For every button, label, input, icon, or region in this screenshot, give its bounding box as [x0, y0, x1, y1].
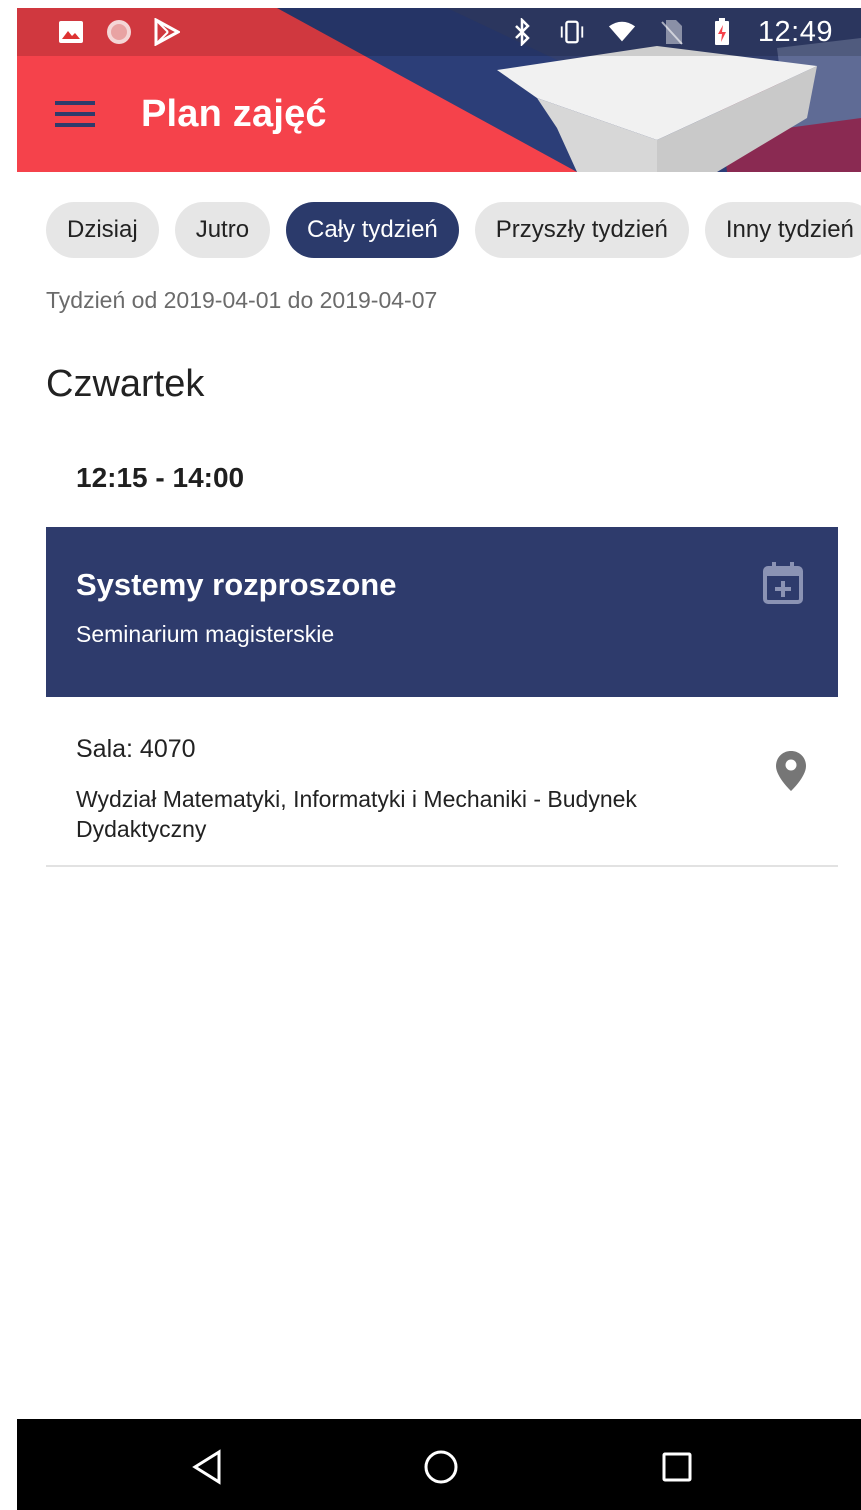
app-screen: 12:49 Plan zajęć Dzisiaj Jutro Cały tydz… — [17, 8, 861, 1510]
record-icon — [105, 18, 133, 46]
back-icon[interactable] — [189, 1449, 225, 1485]
period-chips: Dzisiaj Jutro Cały tydzień Przyszły tydz… — [46, 202, 861, 258]
location-pin-icon[interactable] — [774, 749, 808, 793]
no-sim-icon — [658, 18, 686, 46]
image-icon — [57, 18, 85, 46]
chip-next-week[interactable]: Przyszły tydzień — [474, 202, 689, 258]
chip-other-week[interactable]: Inny tydzień — [704, 202, 861, 258]
event-type: Seminarium magisterskie — [76, 621, 335, 647]
play-store-icon — [153, 18, 181, 46]
recents-icon[interactable] — [659, 1449, 695, 1485]
calendar-add-icon[interactable] — [762, 561, 804, 605]
building-label: Wydział Matematyki, Informatyki i Mechan… — [76, 786, 637, 842]
app-header: 12:49 Plan zajęć — [17, 8, 861, 172]
battery-charging-icon — [708, 18, 736, 46]
status-time: 12:49 — [757, 15, 833, 48]
event-card: Systemy rozproszone Seminarium magisters… — [46, 527, 838, 867]
event-title: Systemy rozproszone — [76, 567, 397, 602]
day-heading: Czwartek — [46, 363, 205, 405]
vibrate-icon — [558, 18, 586, 46]
room-label: Sala: 4070 — [76, 735, 196, 763]
status-bar: 12:49 — [17, 8, 861, 56]
event-location: Sala: 4070 Wydział Matematyki, Informaty… — [46, 697, 838, 867]
event-card-header[interactable]: Systemy rozproszone Seminarium magisters… — [46, 527, 838, 697]
system-nav-bar — [17, 1419, 861, 1510]
chip-today[interactable]: Dzisiaj — [46, 202, 159, 258]
toolbar: Plan zajęć — [17, 56, 861, 172]
page-title: Plan zajęć — [141, 92, 327, 135]
home-icon[interactable] — [423, 1449, 459, 1485]
chip-whole-week[interactable]: Cały tydzień — [286, 202, 459, 258]
bluetooth-icon — [508, 18, 536, 46]
week-range-label: Tydzień od 2019-04-01 do 2019-04-07 — [46, 287, 438, 313]
wifi-icon — [608, 18, 636, 46]
chip-tomorrow[interactable]: Jutro — [174, 202, 271, 258]
time-range: 12:15 - 14:00 — [76, 462, 245, 493]
hamburger-menu-icon[interactable] — [47, 86, 103, 142]
